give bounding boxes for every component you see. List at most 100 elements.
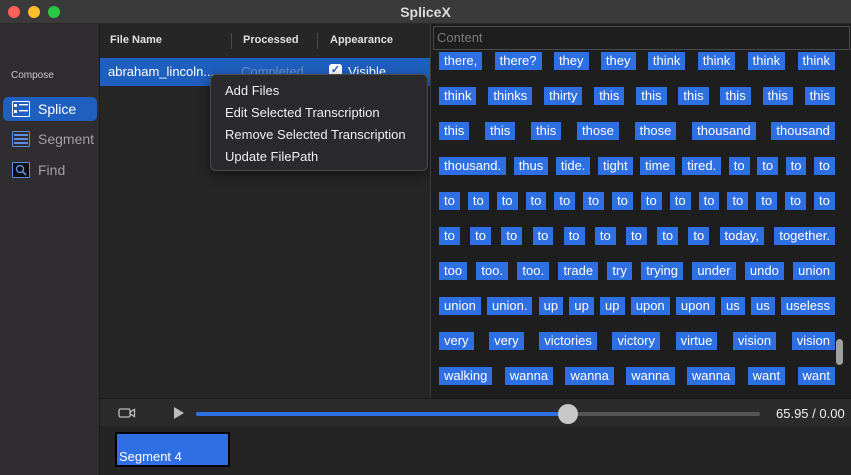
word-token[interactable]: to	[785, 157, 807, 175]
word-token[interactable]: up	[538, 297, 564, 315]
word-token[interactable]: union.	[487, 297, 533, 315]
word-token[interactable]: to	[814, 157, 835, 175]
word-token[interactable]: time	[640, 157, 675, 175]
word-token[interactable]: virtue	[675, 332, 718, 350]
word-token[interactable]: this	[720, 87, 751, 105]
sidebar-item-segment[interactable]: Segment	[3, 127, 97, 151]
word-token[interactable]: tight	[598, 157, 633, 175]
word-token[interactable]: to	[563, 227, 585, 245]
word-token[interactable]: walking	[439, 367, 493, 385]
word-token[interactable]: to	[698, 192, 720, 210]
word-token[interactable]: to	[727, 192, 749, 210]
sidebar-item-splice[interactable]: Splice	[3, 97, 97, 121]
word-token[interactable]: think	[747, 52, 786, 70]
word-token[interactable]: thousand.	[439, 157, 507, 175]
word-token[interactable]: this	[636, 87, 667, 105]
word-token[interactable]: trying	[641, 262, 683, 280]
word-token[interactable]: to	[612, 192, 633, 210]
word-token[interactable]: thinks	[488, 87, 533, 105]
word-token[interactable]: to	[626, 227, 647, 245]
column-header-file-name[interactable]: File Name	[110, 34, 162, 46]
word-token[interactable]: wanna	[565, 367, 614, 385]
menu-item-remove-transcription[interactable]: Remove Selected Transcription	[211, 124, 427, 146]
word-token[interactable]: too	[439, 262, 468, 280]
word-token[interactable]: useless	[780, 297, 835, 315]
word-token[interactable]: there?	[494, 52, 542, 70]
play-icon[interactable]	[173, 406, 185, 425]
word-token[interactable]: this	[594, 87, 625, 105]
column-header-processed[interactable]: Processed	[243, 34, 299, 46]
word-token[interactable]: to	[467, 192, 489, 210]
word-token[interactable]: upon	[630, 297, 670, 315]
word-token[interactable]: together.	[774, 227, 835, 245]
word-token[interactable]: us	[721, 297, 745, 315]
word-token[interactable]: victory	[612, 332, 661, 350]
word-token[interactable]: upon	[675, 297, 715, 315]
word-token[interactable]: there,	[439, 52, 483, 70]
word-token[interactable]: today,	[719, 227, 764, 245]
word-token[interactable]: think	[797, 52, 835, 70]
menu-item-edit-transcription[interactable]: Edit Selected Transcription	[211, 102, 427, 124]
word-token[interactable]: wanna	[504, 367, 554, 385]
word-token[interactable]: vision	[791, 332, 835, 350]
sidebar-item-find[interactable]: Find	[3, 158, 97, 182]
playback-slider-handle[interactable]	[558, 404, 579, 424]
word-token[interactable]: they	[553, 52, 589, 70]
word-token[interactable]: union	[439, 297, 481, 315]
word-token[interactable]: thirty	[544, 87, 583, 105]
word-token[interactable]: think	[697, 52, 736, 70]
word-token[interactable]: up	[600, 297, 625, 315]
word-token[interactable]: very	[439, 332, 474, 350]
camera-icon[interactable]	[118, 406, 136, 425]
word-token[interactable]: victories	[539, 332, 597, 350]
word-token[interactable]: tide.	[555, 157, 591, 175]
word-token[interactable]: to	[728, 157, 750, 175]
word-token[interactable]: they	[600, 52, 636, 70]
word-token[interactable]: thousand	[692, 122, 756, 140]
word-token[interactable]: under	[692, 262, 736, 280]
word-token[interactable]: want	[797, 367, 835, 385]
word-token[interactable]: this	[804, 87, 835, 105]
word-token[interactable]: to	[470, 227, 492, 245]
word-token[interactable]: to	[669, 192, 691, 210]
word-token[interactable]: to	[594, 227, 616, 245]
word-token[interactable]: wanna	[686, 367, 736, 385]
menu-item-update-filepath[interactable]: Update FilePath	[211, 146, 427, 168]
word-token[interactable]: too.	[476, 262, 509, 280]
word-token[interactable]: want	[747, 367, 786, 385]
word-token[interactable]: to	[554, 192, 576, 210]
word-token[interactable]: this	[678, 87, 709, 105]
word-token[interactable]: to	[640, 192, 662, 210]
word-token[interactable]: this	[485, 122, 516, 140]
content-scrollbar[interactable]	[836, 339, 843, 365]
word-token[interactable]: wanna	[626, 367, 675, 385]
word-token[interactable]: this	[439, 122, 470, 140]
word-token[interactable]: those	[634, 122, 677, 140]
word-token[interactable]: to	[785, 192, 806, 210]
word-token[interactable]: to	[532, 227, 554, 245]
word-token[interactable]: to	[657, 227, 679, 245]
word-token[interactable]: to	[583, 192, 605, 210]
word-token[interactable]: trade	[558, 262, 599, 280]
word-token[interactable]: this	[531, 122, 562, 140]
word-token[interactable]: to	[756, 192, 778, 210]
word-token[interactable]: vision	[732, 332, 777, 350]
word-token[interactable]: to	[688, 227, 710, 245]
word-token[interactable]: to	[496, 192, 518, 210]
word-token[interactable]: this	[762, 87, 793, 105]
playback-slider[interactable]	[196, 404, 760, 424]
word-token[interactable]: think	[439, 87, 477, 105]
word-token[interactable]: us	[750, 297, 775, 315]
word-token[interactable]: too.	[517, 262, 550, 280]
word-token[interactable]: up	[569, 297, 594, 315]
word-token[interactable]: thousand	[771, 122, 835, 140]
word-token[interactable]: to	[501, 227, 523, 245]
word-token[interactable]: very	[489, 332, 524, 350]
menu-item-add-files[interactable]: Add Files	[211, 80, 427, 102]
word-token[interactable]: to	[439, 192, 460, 210]
word-token[interactable]: try	[607, 262, 632, 280]
word-token[interactable]: thus	[513, 157, 549, 175]
word-token[interactable]: to	[439, 227, 460, 245]
word-token[interactable]: think	[647, 52, 686, 70]
word-token[interactable]: to	[813, 192, 835, 210]
